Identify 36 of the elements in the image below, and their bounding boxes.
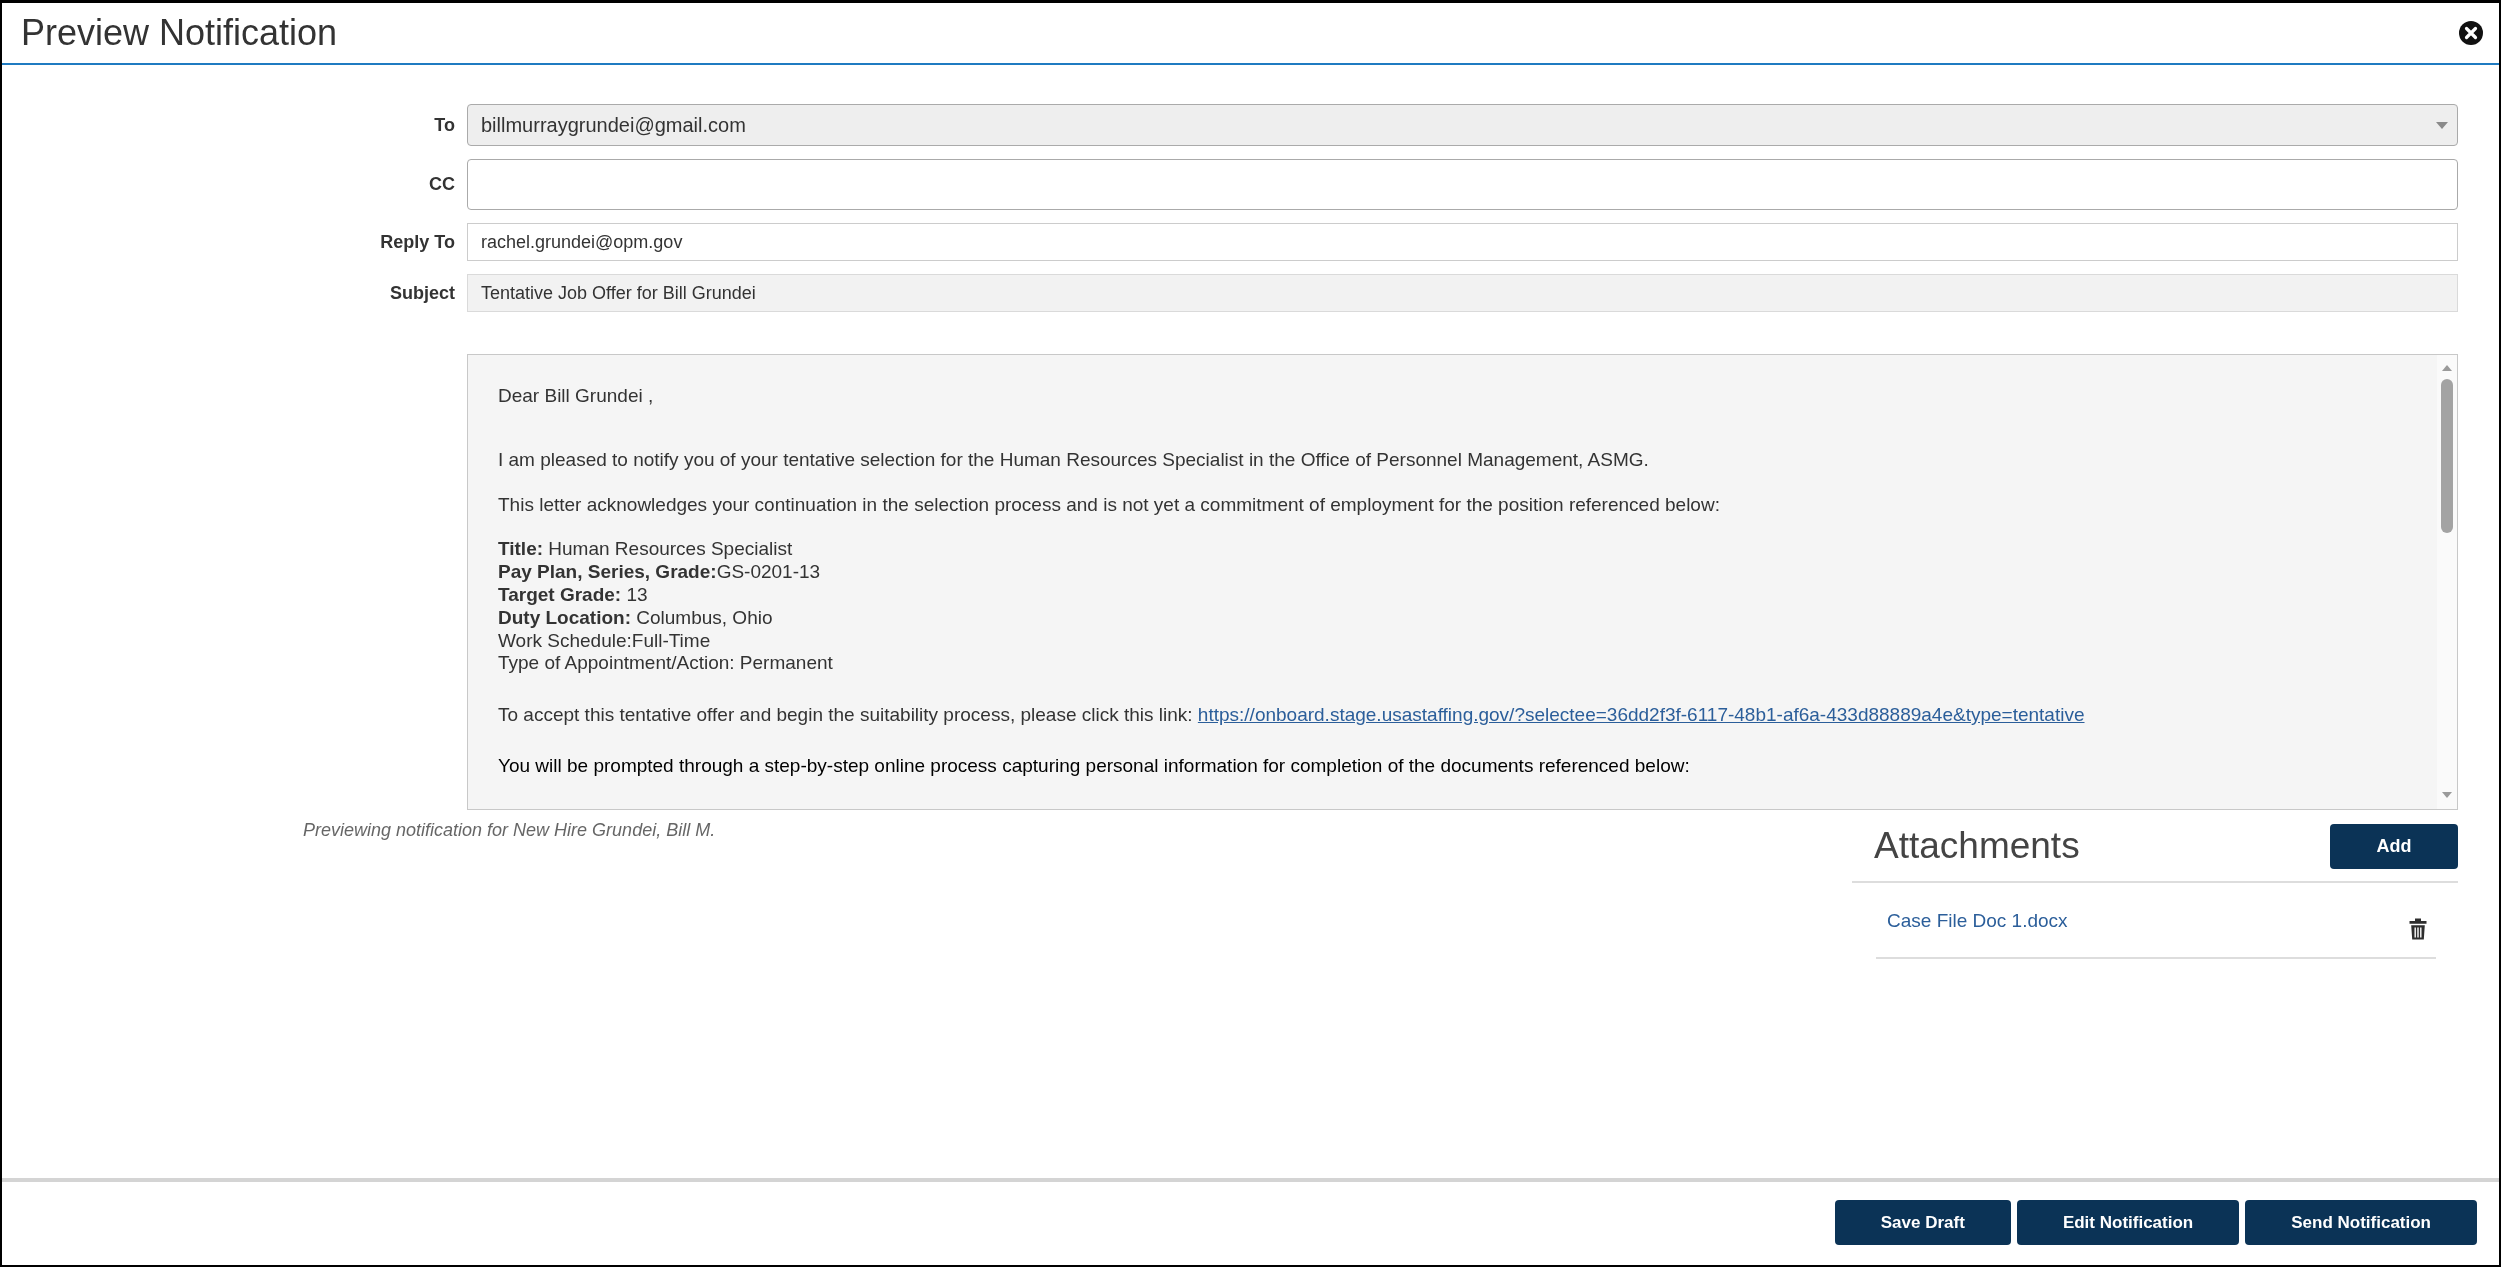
trash-icon [2409, 918, 2427, 940]
send-notification-button[interactable]: Send Notification [2245, 1200, 2477, 1245]
scroll-up-arrow-icon[interactable] [2442, 365, 2452, 371]
reply-to-field[interactable]: rachel.grundei@opm.gov [467, 223, 2458, 261]
onboarding-link[interactable]: https://onboard.stage.usastaffing.gov/?selectee=36dd2f3f-6117-48b1-af6a-433d88889a4e&type=tentative [1197, 704, 2085, 726]
detail-line: Work Schedule:Full-Time [498, 629, 712, 653]
message-paragraph: You will be prompted through a step-by-step online process capturing personal information for completion of the documents referenced below: [498, 754, 1691, 778]
cc-field[interactable] [467, 159, 2458, 210]
detail-line: Title: Human Resources Specialist [498, 538, 794, 562]
message-paragraph: To accept this tentative offer and begin the suitability process, please click this link: https://onboard.stage.usastaffing.gov/?selectee=36dd2f3f-6117-48b1-af6a-433d88889a4e&type=tentative [498, 704, 2086, 727]
message-paragraph: This letter acknowledges your continuation in the selection process and is not yet a commitment of employment for the position referenced below: [498, 493, 1721, 517]
add-attachment-button[interactable]: Add [2330, 824, 2458, 869]
detail-line: Pay Plan, Series, Grade:GS-0201-13 [498, 561, 822, 584]
detail-line: Target Grade: 13 [498, 584, 649, 607]
scroll-down-arrow-icon[interactable] [2442, 792, 2452, 798]
attachment-link[interactable]: Case File Doc 1.docx [1887, 910, 2068, 933]
scrollbar-thumb[interactable] [2441, 379, 2453, 533]
caret-icon [2436, 121, 2448, 129]
preview-note-text: Previewing notification for New Hire Grundei, Bill M. [302, 820, 716, 842]
save-draft-button[interactable]: Save Draft [1834, 1200, 2011, 1245]
close-icon [2459, 21, 2483, 45]
attachments-heading: Attachments [1874, 826, 2080, 867]
detail-line: Duty Location: Columbus, Ohio [498, 606, 774, 630]
message-paragraph: I am pleased to notify you of your tentative selection for the Human Resources Specialist in the Office of Personnel Management, ASMG. [498, 448, 1650, 472]
field-label: Subject [389, 281, 456, 305]
field-label: To [433, 113, 456, 137]
field-label: Reply To [379, 230, 456, 254]
detail-line: Type of Appointment/Action: Permanent [498, 652, 834, 676]
close-button[interactable] [2459, 21, 2483, 45]
edit-notification-button[interactable]: Edit Notification [2016, 1200, 2240, 1245]
recipient-select[interactable]: billmurraygrundei@gmail.com [467, 104, 2458, 146]
delete-attachment-button[interactable] [2409, 918, 2427, 940]
field-label: CC [428, 173, 456, 196]
subject-field[interactable]: Tentative Job Offer for Bill Grundei [467, 274, 2458, 312]
dialog-title: Preview Notification [21, 13, 338, 53]
greeting-text: Dear Bill Grundei , [498, 385, 655, 408]
